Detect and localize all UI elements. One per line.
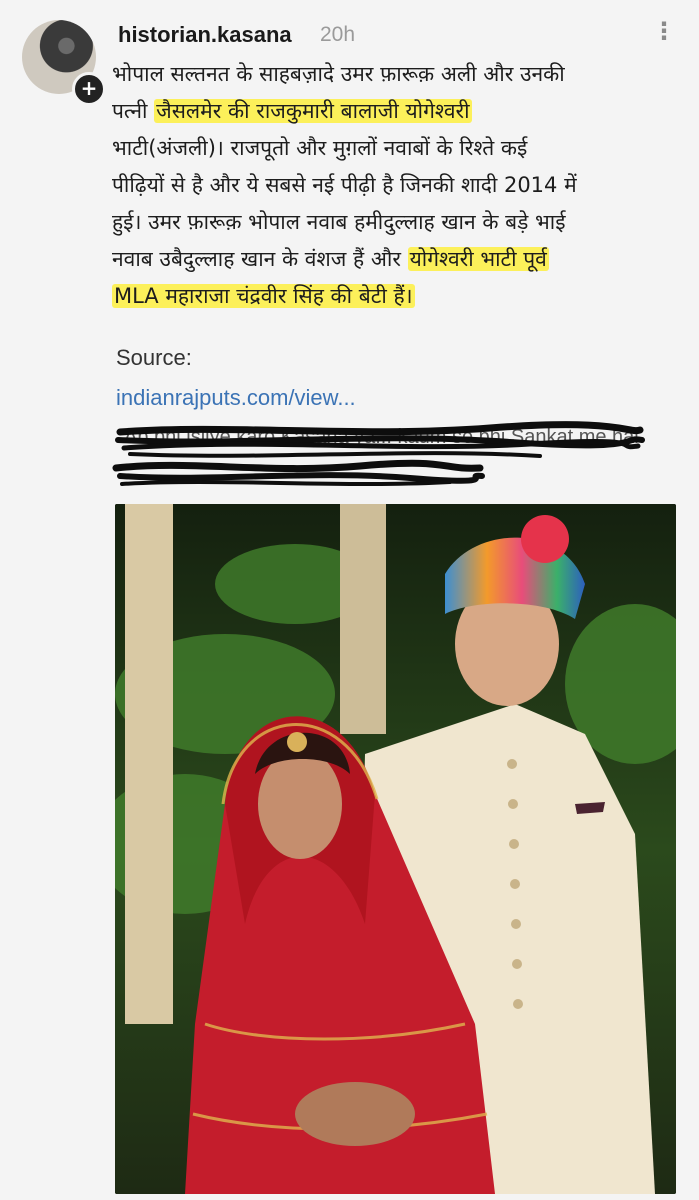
scribble-redaction — [112, 421, 645, 486]
follow-plus-icon[interactable]: + — [72, 72, 106, 106]
more-options-icon[interactable]: ⋮ — [652, 16, 677, 46]
username[interactable]: historian.kasana — [118, 20, 292, 50]
post-photo[interactable] — [115, 504, 676, 1194]
body-line: पीढ़ियों से है और ये सबसे नई पीढ़ी है जि… — [112, 173, 577, 197]
body-line: भोपाल सल्तनत के साहबज़ादे उमर फ़ारूक़ अल… — [112, 62, 565, 86]
post-body: भोपाल सल्तनत के साहबज़ादे उमर फ़ारूक़ अल… — [112, 56, 672, 315]
body-line: हुई। उमर फ़ारूक़ भोपाल नवाब हमीदुल्लाह ख… — [112, 210, 566, 234]
body-line: भाटी(अंजली)। राजपूतो और मुग़लों नवाबों क… — [112, 136, 528, 160]
body-line: MLA महाराजा चंद्रवीर सिंह की बेटी हैं। — [112, 278, 672, 315]
highlighted-text: योगेश्वरी भाटी पूर्व — [407, 247, 549, 271]
wedding-photo-image — [115, 504, 676, 1194]
source-link[interactable]: indianrajputs.com/view... — [116, 382, 356, 414]
timestamp: 20h — [320, 23, 356, 46]
body-line: पत्नी जैसलमेर की राजकुमारी बालाजी योगेश्… — [112, 99, 472, 123]
redacted-text: Ab bhi isliye karo Kasana ya... kaum se … — [110, 420, 650, 500]
highlighted-text: जैसलमेर की राजकुमारी बालाजी योगेश्वरी — [154, 99, 472, 123]
highlighted-text: MLA महाराजा चंद्रवीर सिंह की बेटी हैं। — [112, 284, 415, 308]
body-line: नवाब उबैदुल्लाह खान के वंशज हैं और योगेश… — [112, 247, 549, 271]
source-label: Source: — [116, 345, 192, 370]
